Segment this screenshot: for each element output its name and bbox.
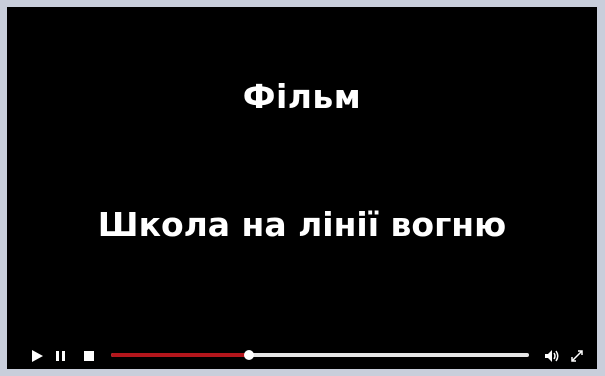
play-button[interactable] [29, 348, 45, 364]
pause-button[interactable] [53, 348, 69, 364]
progress-played [111, 353, 249, 357]
video-title-line-1: Фільм [242, 77, 362, 116]
screenshot-frame: Фільм Школа на лінії вогню [0, 0, 605, 376]
pause-icon [56, 351, 65, 361]
play-icon [32, 350, 43, 362]
fullscreen-button[interactable] [569, 348, 585, 364]
volume-icon [545, 350, 559, 362]
stop-button[interactable] [81, 348, 97, 364]
volume-button[interactable] [543, 348, 559, 364]
player-controls-bar [7, 343, 597, 369]
stop-icon [84, 351, 94, 361]
progress-handle[interactable] [243, 350, 254, 360]
video-player[interactable]: Фільм Школа на лінії вогню [7, 7, 597, 369]
fullscreen-icon [571, 350, 583, 362]
video-surface[interactable]: Фільм Школа на лінії вогню [7, 7, 597, 343]
video-title-line-2: Школа на лінії вогню [97, 205, 507, 244]
progress-bar[interactable] [111, 350, 529, 360]
